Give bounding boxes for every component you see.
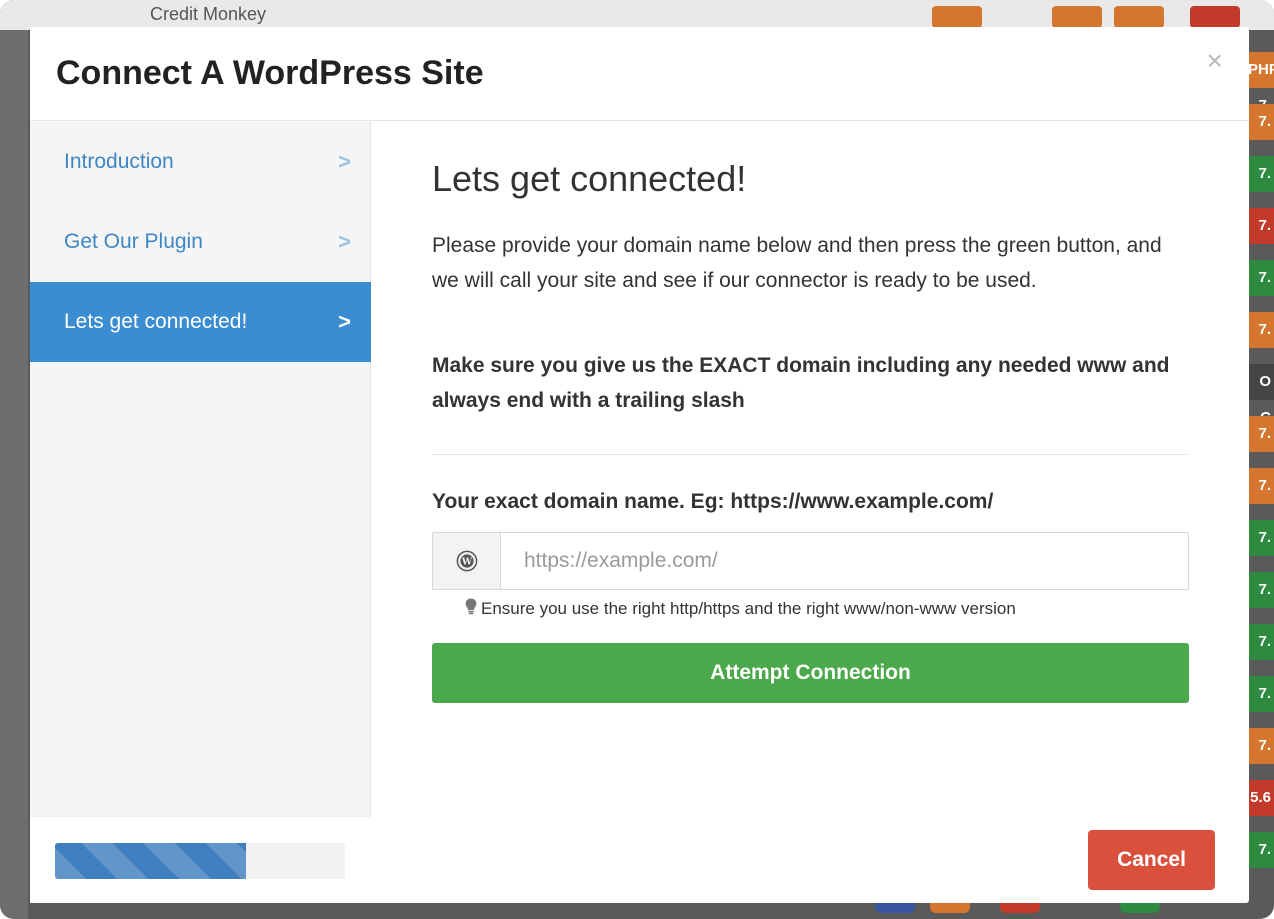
background-version-badge: 7. xyxy=(1248,728,1274,764)
divider xyxy=(432,454,1189,455)
wizard-sidebar: Introduction > Get Our Plugin > Lets get… xyxy=(30,122,371,903)
background-version-badge: 7. xyxy=(1248,832,1274,868)
lightbulb-icon xyxy=(465,598,477,619)
sidebar-item-label: Introduction xyxy=(64,150,174,173)
background-version-badge: 7. xyxy=(1248,468,1274,504)
domain-input[interactable] xyxy=(502,533,1188,589)
step-heading: Lets get connected! xyxy=(432,158,747,199)
sidebar-item-lets-get-connected[interactable]: Lets get connected! > xyxy=(30,282,371,362)
svg-text:W: W xyxy=(460,557,472,568)
step-instructions: Please provide your domain name below an… xyxy=(432,234,1162,292)
chevron-right-icon: > xyxy=(338,149,351,174)
domain-input-group: W xyxy=(432,532,1189,590)
sidebar-item-get-our-plugin[interactable]: Get Our Plugin > xyxy=(30,202,371,282)
background-version-badge: 7. xyxy=(1248,208,1274,244)
background-version-badge: 7. xyxy=(1248,520,1274,556)
background-version-badge: 7. xyxy=(1248,416,1274,452)
sidebar-item-introduction[interactable]: Introduction > xyxy=(30,122,371,202)
background-toolbar: Credit Monkey xyxy=(0,0,1274,30)
background-version-badge: 7. xyxy=(1248,312,1274,348)
sidebar-item-label: Lets get connected! xyxy=(64,310,248,333)
sidebar-item-label: Get Our Plugin xyxy=(64,230,203,253)
wordpress-icon: W xyxy=(433,533,501,589)
background-version-badge: 5.6 xyxy=(1248,780,1274,816)
background-version-badge: 7. xyxy=(1248,676,1274,712)
background-badge xyxy=(1190,6,1240,28)
background-version-badge: 7. xyxy=(1248,624,1274,660)
background-version-badge: 7. xyxy=(1248,572,1274,608)
background-version-badge: O C xyxy=(1248,364,1274,426)
wizard-progress-fill xyxy=(55,843,247,879)
hint-label: Ensure you use the right http/https and … xyxy=(481,598,1016,618)
background-app-name: Credit Monkey xyxy=(150,4,267,24)
chevron-right-icon: > xyxy=(338,229,351,254)
cancel-button[interactable]: Cancel xyxy=(1088,830,1215,890)
wizard-progress-bar xyxy=(55,843,345,879)
sidebar-footer xyxy=(30,816,371,903)
close-icon[interactable]: × xyxy=(1207,45,1223,77)
attempt-connection-button[interactable]: Attempt Connection xyxy=(432,643,1189,703)
modal-title: Connect A WordPress Site xyxy=(56,54,484,92)
connect-wordpress-modal: Connect A WordPress Site × Introduction … xyxy=(30,27,1249,903)
chevron-right-icon: > xyxy=(338,309,351,334)
background-version-badge: 7. xyxy=(1248,156,1274,192)
background-badge xyxy=(1114,6,1164,28)
hint-text: Ensure you use the right http/https and … xyxy=(465,598,1016,619)
domain-field-label: Your exact domain name. Eg: https://www.… xyxy=(432,490,994,513)
domain-warning: Make sure you give us the EXACT domain i… xyxy=(432,354,1170,412)
modal-header: Connect A WordPress Site × xyxy=(30,27,1249,121)
background-badge xyxy=(1052,6,1102,28)
background-version-badge: 7. xyxy=(1248,104,1274,140)
background-left-edge xyxy=(0,30,28,919)
background-version-badge: PHP 7. xyxy=(1248,52,1274,114)
background-version-badge: 7. xyxy=(1248,260,1274,296)
background-badge xyxy=(932,6,982,28)
